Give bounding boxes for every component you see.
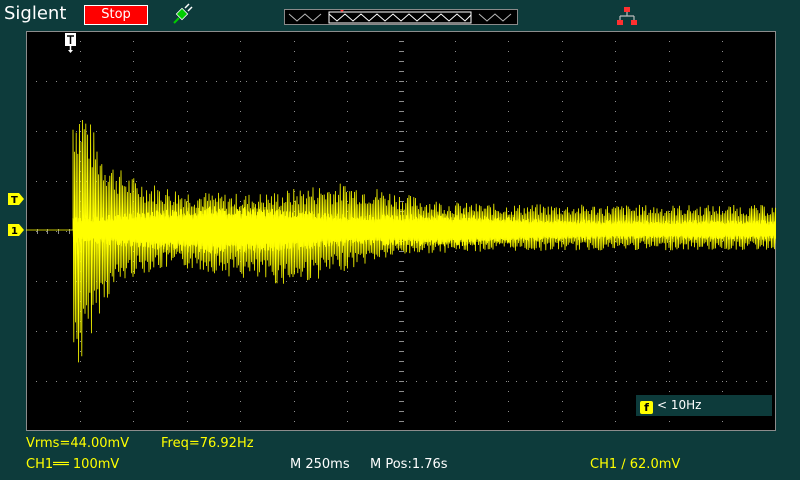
trigger-position-marker[interactable] <box>65 33 76 53</box>
frequency-filter-icon: f <box>640 401 653 414</box>
frequency-filter-indicator: f < 10Hz <box>636 395 772 416</box>
svg-text:1: 1 <box>11 226 18 236</box>
channel1-reference-marker[interactable]: 1 <box>8 224 24 236</box>
waveform-screen[interactable]: f < 10Hz <box>26 31 776 431</box>
frequency-measurement: Freq=76.92Hz <box>161 436 254 451</box>
trigger-setting[interactable]: CH1 ∕ 62.0mV <box>590 457 680 472</box>
ch1-scale[interactable]: CH1══ 100mV <box>26 457 119 472</box>
memory-timebar[interactable] <box>284 9 518 25</box>
timebar-waveform <box>288 10 512 24</box>
svg-text:T: T <box>11 195 18 205</box>
frequency-filter-value: < 10Hz <box>657 398 702 412</box>
brand-label: Siglent <box>4 3 67 24</box>
channel1-trace <box>26 119 776 363</box>
oscilloscope-display: Siglent Stop f < 10Hz T 1 Vrms=44.00mV F… <box>0 0 800 480</box>
memory-position[interactable]: M Pos:1.76s <box>370 457 448 472</box>
vrms-measurement: Vrms=44.00mV <box>26 436 130 451</box>
timebase-scale[interactable]: M 250ms <box>290 457 350 472</box>
run-stop-button[interactable]: Stop <box>84 5 148 25</box>
probe-icon <box>173 3 193 24</box>
network-icon <box>617 7 637 25</box>
trigger-level-marker[interactable]: T <box>8 193 24 205</box>
